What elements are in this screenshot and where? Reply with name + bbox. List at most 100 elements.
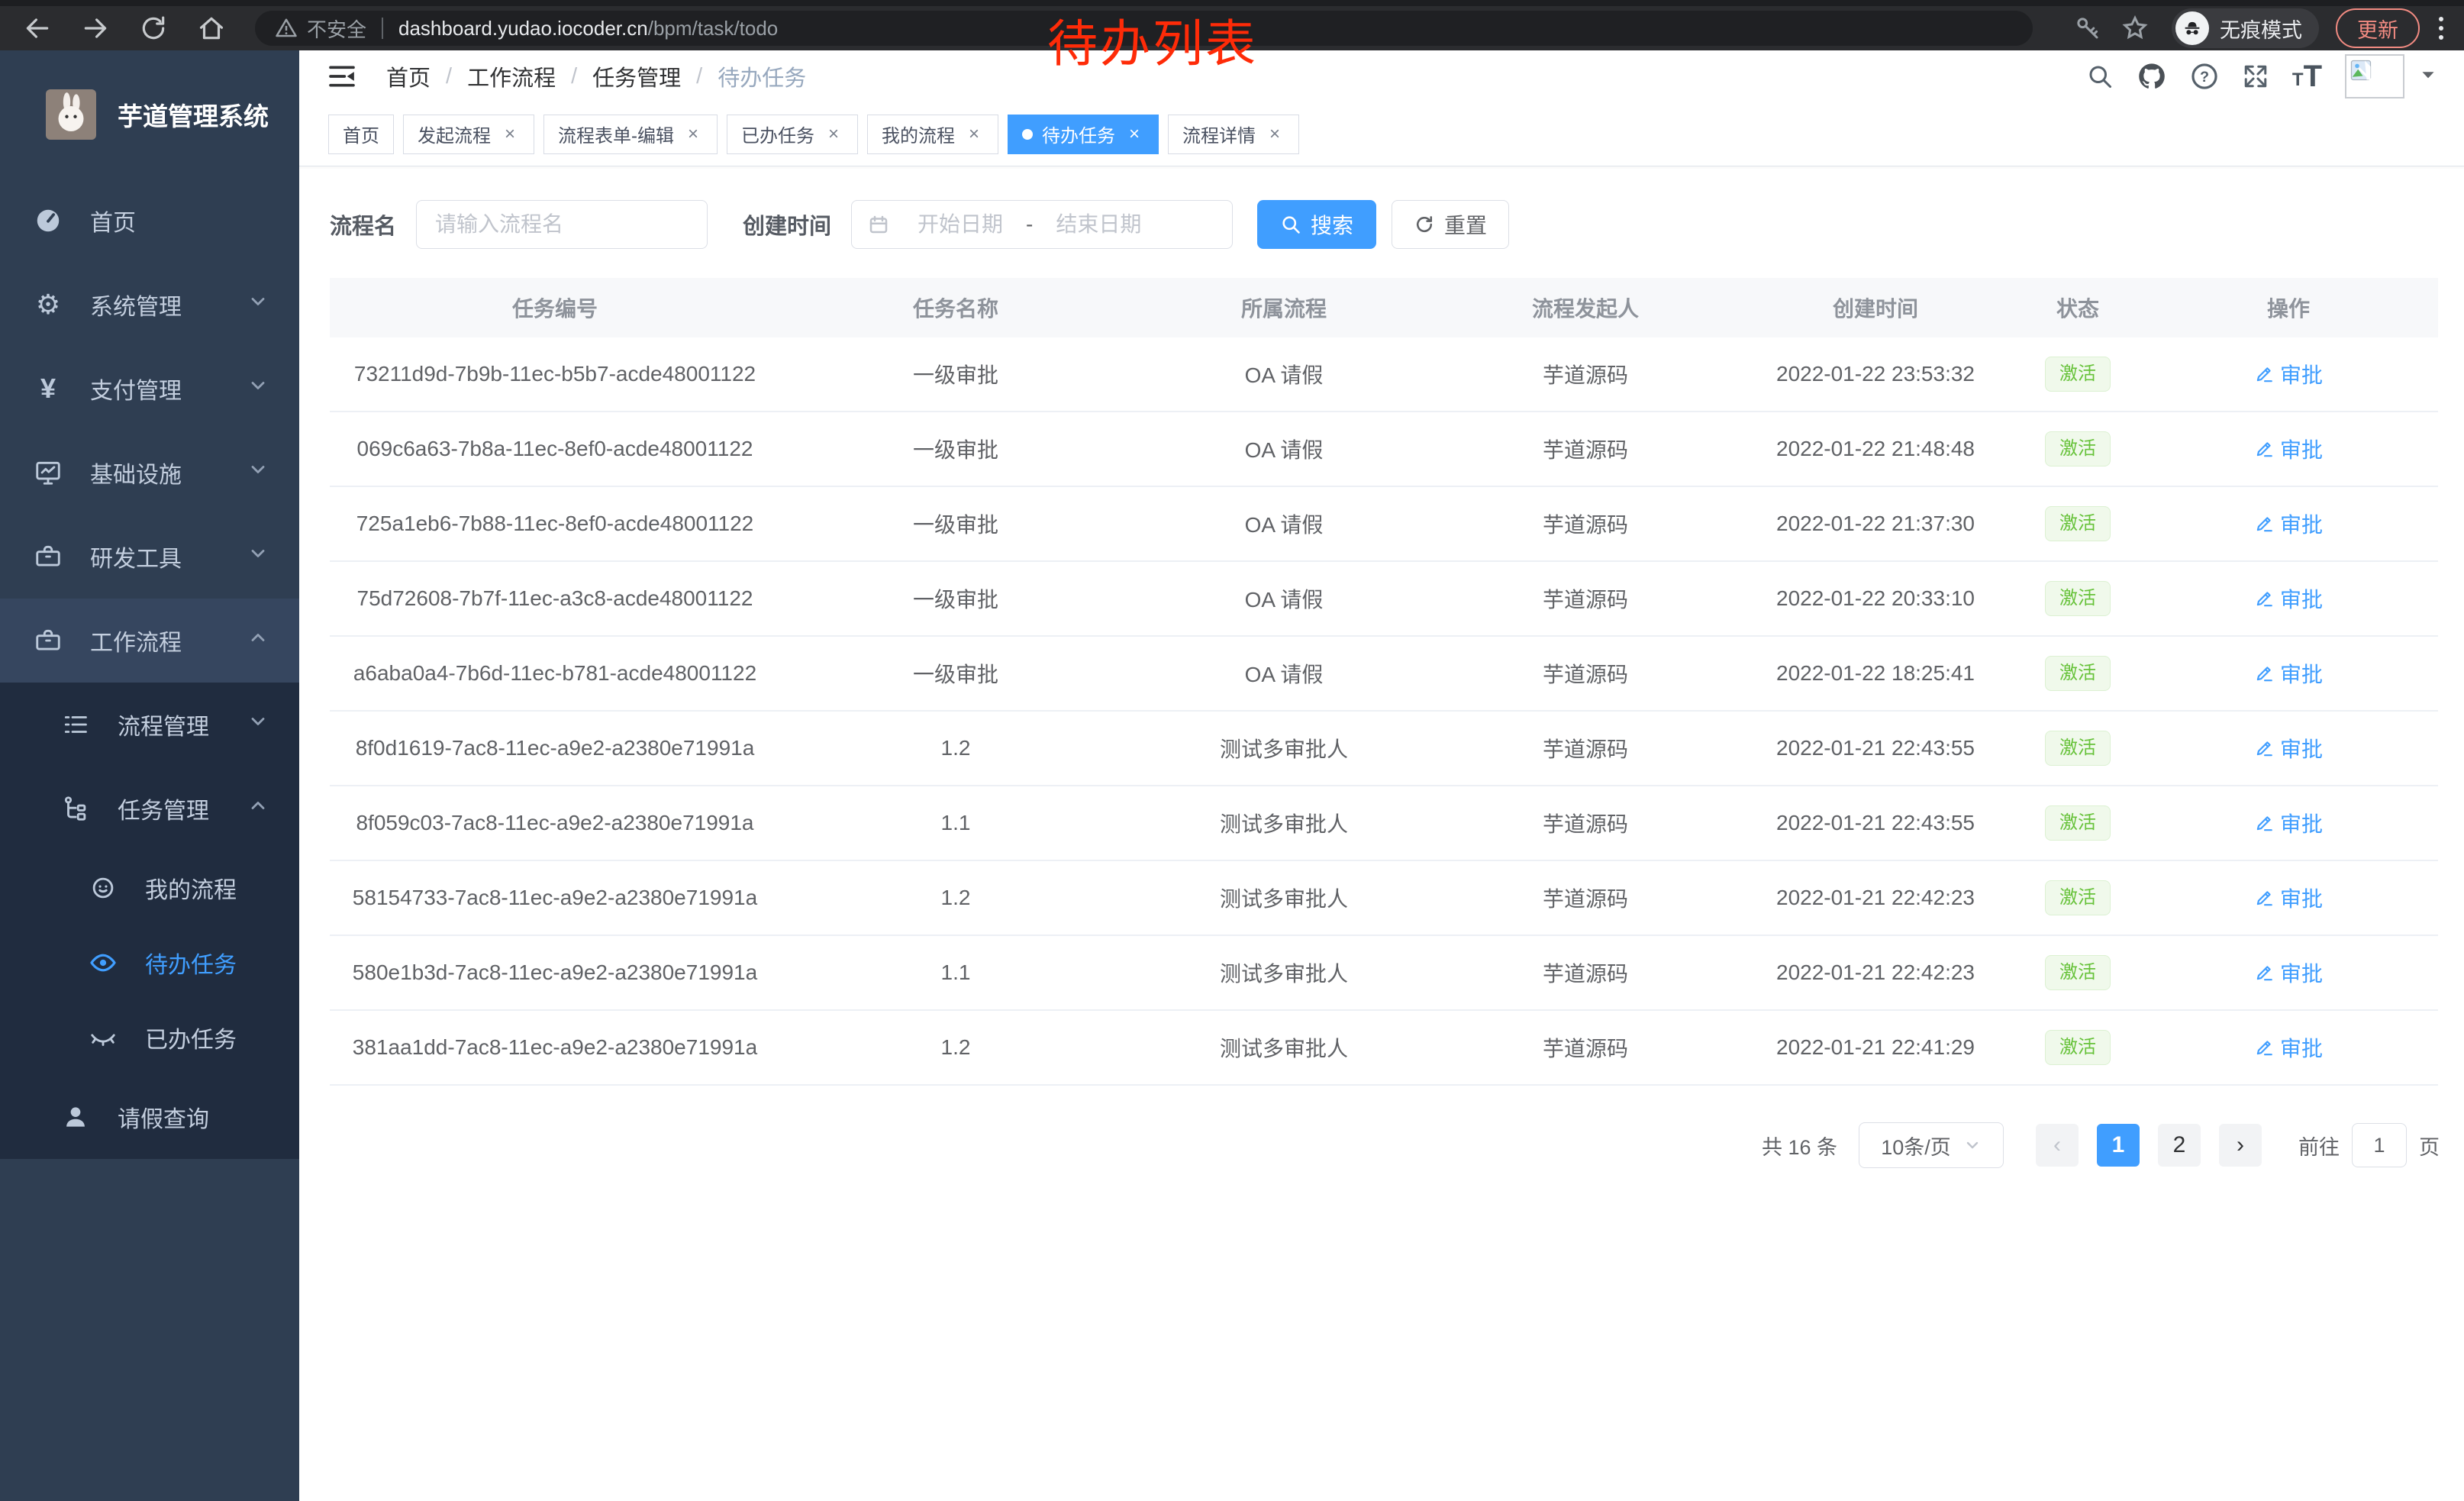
next-page-button[interactable]: › (2219, 1124, 2262, 1167)
status-badge: 激活 (2045, 581, 2111, 617)
list-icon (58, 710, 93, 739)
prev-page-button[interactable]: ‹ (2036, 1124, 2079, 1167)
approve-link[interactable]: 审批 (2254, 808, 2323, 838)
goto-page-input[interactable] (2352, 1123, 2407, 1167)
sidebar-item-done-tasks[interactable]: 已办任务 (0, 1000, 299, 1075)
password-key-icon[interactable] (2074, 15, 2101, 42)
pen-icon (2254, 813, 2274, 833)
pen-icon (2254, 589, 2274, 608)
tab-form-edit[interactable]: 流程表单-编辑× (543, 115, 718, 154)
close-icon[interactable]: × (500, 124, 520, 145)
status-badge: 激活 (2045, 656, 2111, 692)
incognito-label: 无痕模式 (2220, 14, 2302, 44)
table-row: 580e1b3d-7ac8-11ec-a9e2-a2380e71991a 1.1… (330, 936, 2438, 1011)
tab-start-process[interactable]: 发起流程× (403, 115, 534, 154)
page-button-2[interactable]: 2 (2158, 1124, 2201, 1167)
date-range-picker[interactable]: - (851, 200, 1233, 249)
forward-icon[interactable] (81, 14, 110, 43)
font-size-icon[interactable]: TT (2292, 63, 2322, 89)
approve-link[interactable]: 审批 (2254, 508, 2323, 539)
process-name-input[interactable] (416, 200, 708, 249)
approve-link[interactable]: 审批 (2254, 957, 2323, 988)
page-content: 流程名 创建时间 - 搜索 重置 (299, 166, 2464, 1168)
breadcrumb-home[interactable]: 首页 (386, 60, 431, 92)
sidebar-item-devtools[interactable]: 研发工具 (0, 515, 299, 599)
page-size-select[interactable]: 10条/页 (1859, 1122, 2004, 1168)
security-label[interactable]: 不安全 (307, 15, 366, 43)
close-icon[interactable]: × (683, 124, 703, 145)
table-header: 任务编号 任务名称 所属流程 流程发起人 创建时间 状态 操作 (330, 278, 2438, 337)
search-button[interactable]: 搜索 (1257, 200, 1376, 249)
app-title: 芋道管理系统 (118, 96, 269, 133)
sidebar-item-task-mgmt[interactable]: 任务管理 (0, 767, 299, 851)
pen-icon (2254, 738, 2274, 758)
dashboard-icon (31, 206, 66, 235)
user-menu-caret-icon[interactable] (2418, 65, 2438, 89)
page-button-1[interactable]: 1 (2097, 1124, 2140, 1167)
tab-todo-tasks[interactable]: 待办任务× (1008, 115, 1159, 154)
github-icon[interactable] (2137, 61, 2167, 92)
page-url[interactable]: dashboard.yudao.iocoder.cn/bpm/task/todo (398, 17, 778, 40)
sidebar-item-pay[interactable]: ¥ 支付管理 (0, 347, 299, 431)
close-icon[interactable]: × (964, 124, 984, 145)
reset-button[interactable]: 重置 (1392, 200, 1509, 249)
eye-closed-icon (85, 1023, 121, 1052)
chevron-down-icon (247, 459, 270, 486)
approve-link[interactable]: 审批 (2254, 883, 2323, 913)
sidebar-item-system[interactable]: ⚙ 系统管理 (0, 263, 299, 347)
close-icon[interactable]: × (1265, 124, 1285, 145)
approve-link[interactable]: 审批 (2254, 434, 2323, 464)
fullscreen-icon[interactable] (2242, 63, 2269, 90)
reload-icon[interactable] (139, 14, 168, 43)
app-shell: 芋道管理系统 首页 ⚙ 系统管理 ¥ 支付管理 基础设施 研发工具 (0, 50, 2464, 1501)
close-icon[interactable]: × (824, 124, 843, 145)
browser-menu-icon[interactable] (2437, 17, 2446, 40)
table-row: 8f0d1619-7ac8-11ec-a9e2-a2380e71991a 1.2… (330, 712, 2438, 786)
sidebar-item-my-process[interactable]: 我的流程 (0, 851, 299, 925)
home-icon[interactable] (197, 14, 226, 43)
sidebar-logo-row[interactable]: 芋道管理系统 (0, 50, 299, 179)
person-icon (58, 1102, 93, 1131)
approve-link[interactable]: 审批 (2254, 733, 2323, 763)
sidebar-item-process-mgmt[interactable]: 流程管理 (0, 683, 299, 767)
pen-icon (2254, 888, 2274, 908)
approve-link[interactable]: 审批 (2254, 583, 2323, 614)
create-time-label: 创建时间 (743, 208, 831, 240)
bookmark-star-icon[interactable] (2121, 15, 2149, 42)
start-date-input[interactable] (896, 212, 1024, 237)
tabs-bar: 首页 发起流程× 流程表单-编辑× 已办任务× 我的流程× 待办任务× 流程详情… (299, 102, 2464, 166)
update-button[interactable]: 更新 (2336, 8, 2420, 48)
sidebar-item-infra[interactable]: 基础设施 (0, 431, 299, 515)
help-icon[interactable]: ? (2190, 62, 2219, 91)
tab-process-detail[interactable]: 流程详情× (1168, 115, 1299, 154)
pen-icon (2254, 663, 2274, 683)
sidebar-item-todo-tasks[interactable]: 待办任务 (0, 925, 299, 1000)
approve-link[interactable]: 审批 (2254, 1032, 2323, 1063)
total-count: 共 16 条 (1762, 1131, 1837, 1160)
breadcrumb-workflow[interactable]: 工作流程 (467, 60, 556, 92)
back-icon[interactable] (23, 14, 52, 43)
pen-icon (2254, 1038, 2274, 1057)
active-dot (1022, 129, 1033, 140)
not-secure-icon (275, 17, 298, 40)
approve-link[interactable]: 审批 (2254, 359, 2323, 389)
pen-icon (2254, 439, 2274, 459)
eye-icon (85, 948, 121, 977)
breadcrumb-task-mgmt[interactable]: 任务管理 (592, 60, 681, 92)
close-icon[interactable]: × (1124, 124, 1144, 145)
sidebar-fold-icon[interactable] (327, 61, 357, 92)
tab-home[interactable]: 首页 (328, 115, 394, 154)
avatar[interactable] (2345, 54, 2404, 98)
table-row: 75d72608-7b7f-11ec-a3c8-acde48001122 一级审… (330, 562, 2438, 637)
end-date-input[interactable] (1034, 212, 1163, 237)
chevron-down-icon (247, 711, 270, 738)
filter-bar: 流程名 创建时间 - 搜索 重置 (330, 200, 2440, 249)
sidebar-item-home[interactable]: 首页 (0, 179, 299, 263)
sidebar-item-workflow[interactable]: 工作流程 (0, 599, 299, 683)
tab-my-process[interactable]: 我的流程× (867, 115, 998, 154)
search-icon[interactable] (2086, 63, 2114, 90)
approve-link[interactable]: 审批 (2254, 658, 2323, 689)
yen-icon: ¥ (31, 375, 66, 402)
sidebar-item-leave-query[interactable]: 请假查询 (0, 1075, 299, 1159)
tab-done-tasks[interactable]: 已办任务× (727, 115, 858, 154)
